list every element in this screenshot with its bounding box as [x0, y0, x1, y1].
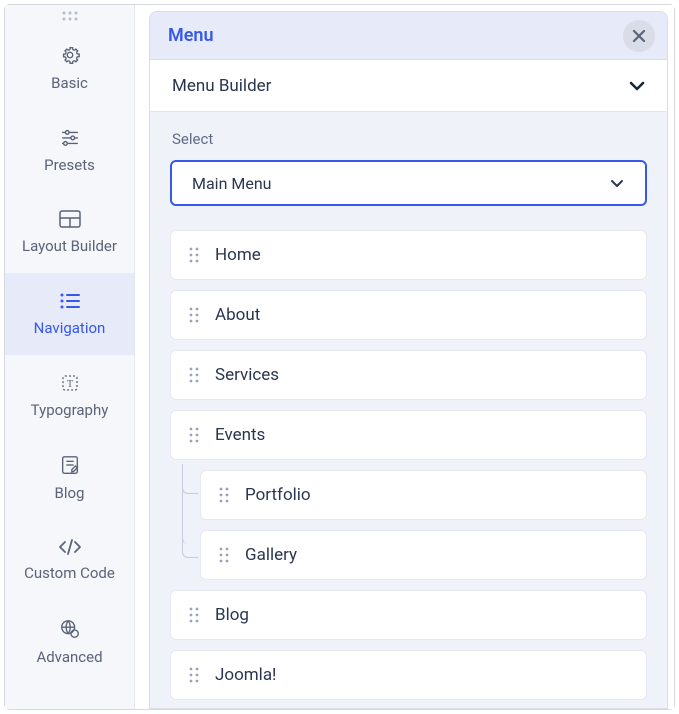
close-button[interactable] — [623, 20, 655, 52]
sidebar-item-label: Advanced — [36, 648, 102, 666]
drag-handle-icon[interactable] — [189, 307, 199, 323]
drag-handle-icon[interactable] — [189, 367, 199, 383]
sidebar-item-label: Blog — [55, 484, 85, 502]
drag-handle-icon[interactable] — [219, 547, 229, 563]
menu-item-gallery[interactable]: Gallery — [200, 530, 647, 580]
menu-item-children: Portfolio Gallery — [170, 470, 647, 580]
tree-connector — [182, 492, 198, 558]
select-label: Select — [172, 130, 647, 148]
menu-item-label: Gallery — [245, 545, 297, 565]
drag-handle-icon[interactable] — [219, 487, 229, 503]
sidebar-item-typography[interactable]: T Typography — [5, 355, 134, 437]
panel-title: Menu — [168, 25, 623, 46]
menu-item-home[interactable]: Home — [170, 230, 647, 280]
tree-connector — [182, 464, 198, 494]
globe-icon — [59, 618, 81, 640]
menu-item-about[interactable]: About — [170, 290, 647, 340]
sliders-icon — [59, 126, 81, 148]
menu-item-services[interactable]: Services — [170, 350, 647, 400]
menu-item-joomla[interactable]: Joomla! — [170, 650, 647, 700]
blog-icon — [59, 454, 81, 476]
code-icon — [58, 538, 82, 556]
gear-icon — [59, 44, 81, 66]
menu-item-label: Events — [215, 425, 265, 445]
sidebar-item-basic[interactable]: Basic — [5, 27, 134, 109]
sidebar-grip-icon[interactable] — [5, 5, 134, 27]
chevron-down-icon — [609, 178, 625, 188]
chevron-down-icon — [629, 81, 645, 91]
sidebar-item-presets[interactable]: Presets — [5, 109, 134, 191]
sidebar-item-label: Basic — [51, 74, 88, 92]
menu-panel: Menu Menu Builder Select Main Menu — [149, 11, 668, 709]
menu-select[interactable]: Main Menu — [170, 160, 647, 206]
select-value: Main Menu — [192, 174, 609, 193]
layout-icon — [58, 209, 82, 229]
sidebar-item-navigation[interactable]: Navigation — [5, 273, 134, 355]
menu-item-label: Blog — [215, 605, 249, 625]
panel-body: Select Main Menu Home — [150, 112, 667, 708]
type-icon: T — [58, 373, 82, 393]
sidebar-item-label: Typography — [31, 401, 109, 419]
menu-item-events[interactable]: Events — [170, 410, 647, 460]
list-icon — [58, 291, 82, 311]
menu-builder-header[interactable]: Menu Builder — [150, 60, 667, 112]
drag-handle-icon[interactable] — [189, 427, 199, 443]
close-icon — [632, 29, 646, 43]
sidebar-item-custom-code[interactable]: Custom Code — [5, 519, 134, 601]
sidebar-item-label: Layout Builder — [22, 237, 117, 255]
menu-item-blog[interactable]: Blog — [170, 590, 647, 640]
sidebar-item-label: Presets — [44, 156, 95, 174]
subheader-title: Menu Builder — [172, 76, 629, 96]
menu-item-portfolio[interactable]: Portfolio — [200, 470, 647, 520]
menu-item-label: About — [215, 305, 260, 325]
menu-item-label: Services — [215, 365, 279, 385]
sidebar-item-label: Custom Code — [24, 564, 115, 582]
sidebar-item-blog[interactable]: Blog — [5, 437, 134, 519]
menu-list: Home About Services — [170, 230, 647, 700]
sidebar-item-label: Navigation — [34, 319, 106, 337]
sidebar-item-advanced[interactable]: Advanced — [5, 601, 134, 683]
drag-handle-icon[interactable] — [189, 667, 199, 683]
svg-text:T: T — [66, 379, 72, 390]
panel-wrap: Menu Menu Builder Select Main Menu — [135, 5, 674, 709]
sidebar: Basic Presets Layout Builder Navigation … — [5, 5, 135, 709]
panel-header: Menu — [150, 12, 667, 60]
drag-handle-icon[interactable] — [189, 247, 199, 263]
menu-item-label: Joomla! — [215, 665, 276, 685]
sidebar-item-layout-builder[interactable]: Layout Builder — [5, 191, 134, 273]
menu-item-label: Home — [215, 245, 261, 265]
menu-item-label: Portfolio — [245, 485, 311, 505]
drag-handle-icon[interactable] — [189, 607, 199, 623]
